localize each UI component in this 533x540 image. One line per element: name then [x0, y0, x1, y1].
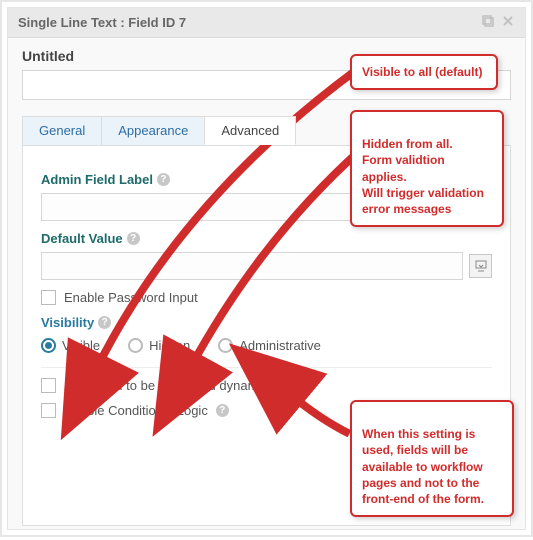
help-icon[interactable]: ? — [295, 379, 308, 392]
default-value-label: Default Value ? — [41, 231, 492, 246]
tab-advanced[interactable]: Advanced — [204, 116, 296, 145]
admin-field-label-text: Admin Field Label — [41, 172, 153, 187]
panel-header: Single Line Text : Field ID 7 — [8, 8, 525, 38]
radio-visible-control[interactable] — [41, 338, 56, 353]
radio-hidden-control[interactable] — [128, 338, 143, 353]
tab-appearance[interactable]: Appearance — [101, 116, 205, 145]
radio-administrative-control[interactable] — [218, 338, 233, 353]
allow-populate-checkbox[interactable] — [41, 378, 56, 393]
radio-hidden[interactable]: Hidden — [128, 338, 190, 353]
callout-hidden-text: Hidden from all. Form validtion applies.… — [362, 137, 484, 216]
panel-title: Single Line Text : Field ID 7 — [18, 15, 186, 30]
allow-populate-label: Allow field to be populated dynamically — [64, 378, 287, 393]
enable-password-label: Enable Password Input — [64, 290, 198, 305]
radio-administrative-label: Administrative — [239, 338, 321, 353]
callout-visible: Visible to all (default) — [350, 54, 498, 90]
enable-password-row[interactable]: Enable Password Input — [41, 290, 492, 305]
tab-general[interactable]: General — [22, 116, 102, 145]
help-icon[interactable]: ? — [216, 404, 229, 417]
enable-password-checkbox[interactable] — [41, 290, 56, 305]
callout-administrative: When this setting is used, fields will b… — [350, 400, 514, 517]
radio-administrative[interactable]: Administrative — [218, 338, 321, 353]
radio-visible[interactable]: Visible — [41, 338, 100, 353]
help-icon[interactable]: ? — [127, 232, 140, 245]
visibility-label: Visibility ? — [41, 315, 492, 330]
conditional-logic-checkbox[interactable] — [41, 403, 56, 418]
help-icon[interactable]: ? — [157, 173, 170, 186]
radio-hidden-label: Hidden — [149, 338, 190, 353]
divider — [41, 367, 492, 368]
conditional-logic-label: Enable Conditional Logic — [64, 403, 208, 418]
close-icon[interactable] — [501, 14, 515, 31]
default-value-input[interactable] — [41, 252, 463, 280]
radio-visible-label: Visible — [62, 338, 100, 353]
help-icon[interactable]: ? — [98, 316, 111, 329]
callout-administrative-text: When this setting is used, fields will b… — [362, 427, 484, 506]
callout-hidden: Hidden from all. Form validtion applies.… — [350, 110, 504, 227]
duplicate-icon[interactable] — [481, 14, 495, 31]
default-value-label-text: Default Value — [41, 231, 123, 246]
callout-visible-text: Visible to all (default) — [362, 65, 482, 79]
header-actions — [481, 14, 515, 31]
allow-populate-row[interactable]: Allow field to be populated dynamically … — [41, 378, 492, 393]
visibility-label-text: Visibility — [41, 315, 94, 330]
merge-tag-dropdown[interactable] — [469, 254, 492, 278]
visibility-radios: Visible Hidden Administrative — [41, 338, 492, 353]
